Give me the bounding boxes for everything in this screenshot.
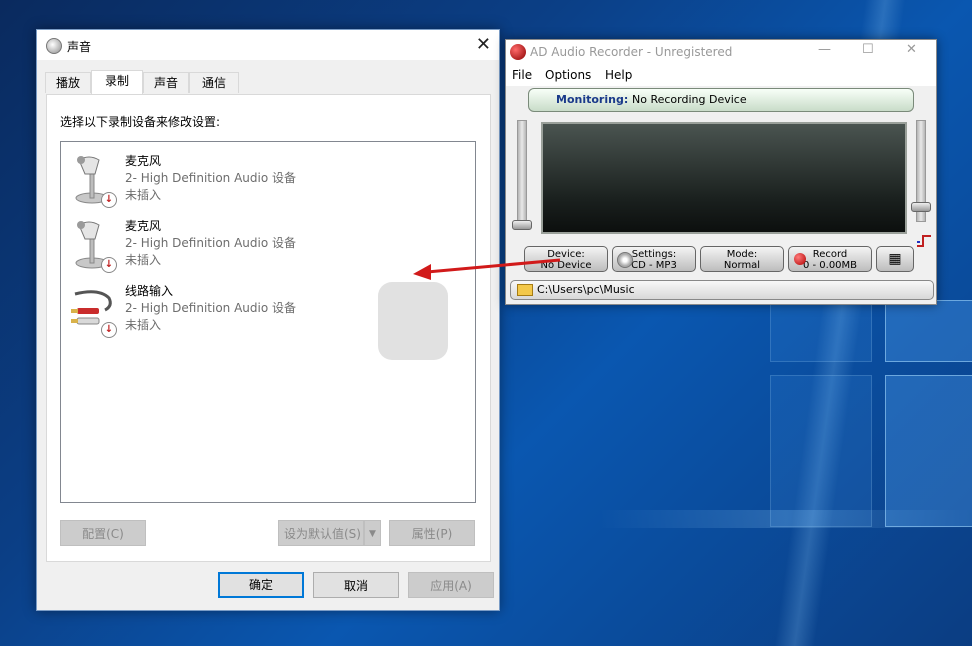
monitoring-value: No Recording Device (632, 93, 747, 106)
device-status: 未插入 (125, 318, 162, 332)
window-title: 声音 (67, 40, 92, 54)
left-level-slider[interactable] (517, 120, 527, 222)
title-bar[interactable]: AD Audio Recorder - Unregistered — ☐ ✕ (506, 40, 936, 64)
menu-options[interactable]: Options (545, 68, 591, 82)
tab-communications[interactable]: 通信 (189, 72, 239, 93)
device-status: 未插入 (125, 188, 162, 202)
menu-file[interactable]: File (512, 68, 532, 82)
mode-button[interactable]: Mode: Normal (700, 246, 784, 272)
device-description: 2- High Definition Audio 设备 (125, 171, 297, 185)
tab-recording[interactable]: 录制 (91, 70, 143, 94)
ad-audio-recorder-window: AD Audio Recorder - Unregistered — ☐ ✕ F… (505, 39, 937, 305)
unplugged-badge-icon: ↓ (101, 322, 117, 338)
cd-icon (617, 252, 633, 268)
waveform-display (541, 122, 907, 234)
tab-playback[interactable]: 播放 (45, 72, 91, 93)
menu-help[interactable]: Help (605, 68, 632, 82)
menu-bar: File Options Help (506, 64, 936, 86)
record-icon (794, 253, 806, 265)
mode-label: Mode: (726, 249, 758, 260)
cancel-button[interactable]: 取消 (313, 572, 399, 598)
watermark-logo-icon (378, 282, 448, 360)
tab-sounds[interactable]: 声音 (143, 72, 189, 93)
grid-view-button[interactable]: ▦ (876, 246, 914, 272)
window-title: AD Audio Recorder - Unregistered (530, 45, 733, 59)
app-logo-icon (510, 44, 526, 60)
unplugged-badge-icon: ↓ (101, 257, 117, 273)
left-slider-knob[interactable] (512, 220, 532, 230)
annotation-arrow-icon (413, 258, 561, 280)
close-icon[interactable]: ✕ (476, 34, 491, 55)
title-bar[interactable]: 声音 ✕ (37, 30, 499, 60)
configure-button[interactable]: 配置(C) (60, 520, 146, 546)
device-name: 线路输入 (125, 284, 174, 298)
apply-button[interactable]: 应用(A) (408, 572, 494, 598)
device-description: 2- High Definition Audio 设备 (125, 236, 297, 250)
unplugged-badge-icon: ↓ (101, 192, 117, 208)
path-bar[interactable]: C:\Users\pc\Music (510, 280, 934, 300)
speaker-icon (46, 38, 62, 54)
maximize-icon[interactable]: ☐ (862, 42, 874, 57)
mode-value: Normal (723, 260, 761, 271)
grid-icon: ▦ (888, 251, 902, 267)
chevron-down-icon[interactable]: ▼ (364, 520, 381, 546)
device-name: 麦克风 (125, 219, 162, 233)
ok-button[interactable]: 确定 (218, 572, 304, 598)
properties-button[interactable]: 属性(P) (389, 520, 475, 546)
close-icon[interactable]: ✕ (906, 42, 917, 57)
set-default-button[interactable]: 设为默认值(S) (278, 520, 364, 546)
device-item[interactable]: ↓ 麦克风 2- High Definition Audio 设备 未插入 (61, 148, 471, 212)
monitoring-bar: Monitoring: No Recording Device (528, 88, 914, 112)
device-description: 2- High Definition Audio 设备 (125, 301, 297, 315)
device-status: 未插入 (125, 253, 162, 267)
instruction-text: 选择以下录制设备来修改设置: (60, 115, 221, 129)
record-button[interactable]: Record 0 - 0.00MB (788, 246, 872, 272)
monitoring-label: Monitoring: (556, 93, 629, 106)
minimize-icon[interactable]: — (818, 42, 831, 57)
device-name: 麦克风 (125, 154, 162, 168)
mode-indicator-icon (917, 235, 931, 247)
settings-button[interactable]: Settings: CD - MP3 (612, 246, 696, 272)
right-slider-knob[interactable] (911, 202, 931, 212)
